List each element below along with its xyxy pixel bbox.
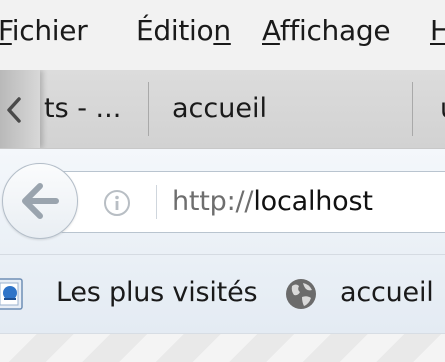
menu-edition[interactable]: Édition (136, 13, 231, 49)
bookmark-label: accueil (340, 277, 434, 308)
back-arrow-icon (22, 183, 59, 219)
url-scheme: http:// (172, 186, 254, 217)
tab-scroll-left-button[interactable] (0, 70, 40, 148)
menu-help-partial[interactable]: H (430, 13, 445, 49)
menu-accelerator-key: A (262, 14, 280, 47)
tab-item[interactable]: ts - ... (44, 70, 148, 148)
menu-fichier[interactable]: Fichier (0, 13, 88, 49)
tab-separator (148, 82, 149, 136)
menu-accelerator-key: H (430, 14, 445, 47)
menu-bar: Fichier Édition Affichage H (0, 0, 445, 70)
url-separator (156, 185, 157, 219)
bookmarks-toolbar: Les plus visités accueil (0, 255, 445, 334)
url-input[interactable]: http://localhost (172, 182, 373, 222)
info-icon[interactable] (103, 189, 131, 217)
page-content-area (0, 334, 445, 362)
globe-icon (286, 279, 316, 309)
menu-accelerator-key: F (0, 14, 12, 47)
menu-affichage[interactable]: Affichage (262, 13, 391, 49)
bookmark-label: Les plus visités (56, 277, 258, 308)
menu-accelerator-key: n (213, 14, 231, 47)
tab-separator (412, 82, 413, 136)
tab-accueil[interactable]: accueil (150, 70, 412, 148)
chevron-left-icon (7, 97, 21, 123)
back-button[interactable] (2, 163, 78, 239)
navigation-toolbar: http://localhost (0, 149, 445, 255)
tab-strip: ts - ... accueil u (0, 70, 445, 149)
tab-item[interactable]: u (414, 70, 445, 148)
bookmark-star-icon (0, 278, 23, 310)
url-host: localhost (253, 186, 373, 217)
